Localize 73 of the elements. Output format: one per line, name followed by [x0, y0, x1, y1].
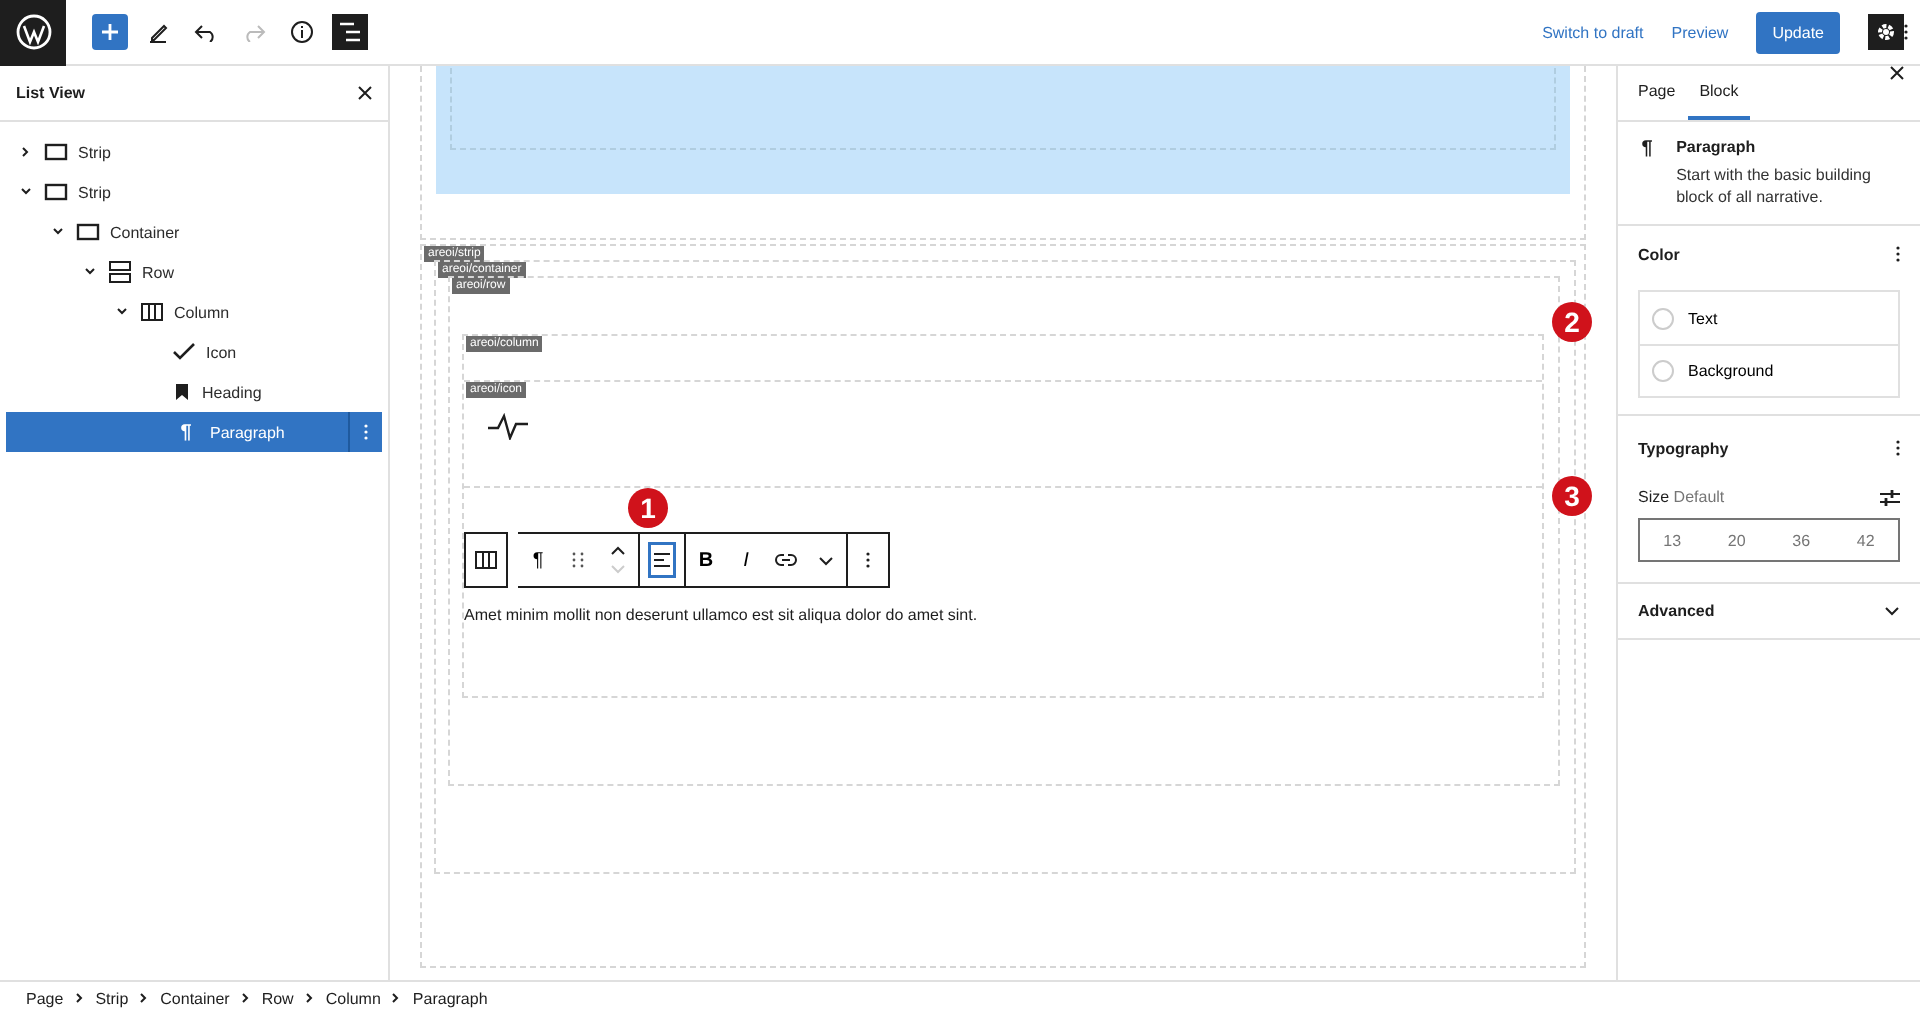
breadcrumb-link[interactable]: Strip: [95, 989, 129, 1007]
italic-button[interactable]: I: [726, 534, 766, 586]
pulse-icon: [488, 412, 528, 440]
tree-item[interactable]: ¶ Paragraph: [6, 412, 382, 452]
format-button[interactable]: ¶: [518, 534, 558, 586]
color-option[interactable]: Text: [1640, 292, 1898, 344]
close-icon: [358, 86, 372, 100]
tree-item[interactable]: Strip: [6, 132, 382, 172]
settings-icon: [1876, 22, 1896, 42]
chevron-right-icon: [241, 992, 250, 1004]
tree-item[interactable]: Container: [6, 212, 382, 252]
advanced-section[interactable]: Advanced: [1618, 584, 1920, 640]
chevron-right-icon: [75, 992, 84, 1004]
size-option[interactable]: 20: [1704, 520, 1769, 560]
breadcrumb-link[interactable]: Container: [160, 989, 230, 1007]
breadcrumb-link[interactable]: Paragraph: [412, 989, 488, 1007]
row-icon: [108, 260, 132, 284]
callout-badge: 2: [1552, 302, 1592, 342]
block-name: Paragraph: [1676, 138, 1758, 156]
callout-badge: 1: [628, 488, 668, 528]
info-icon: [290, 20, 314, 44]
breadcrumb-link[interactable]: Row: [261, 989, 294, 1007]
breadcrumb-link[interactable]: Page: [26, 989, 64, 1007]
sidebar-tab[interactable]: Page: [1626, 66, 1688, 120]
pilcrow-icon: ¶: [172, 421, 200, 443]
size-option[interactable]: 36: [1769, 520, 1834, 560]
columns-icon: [474, 550, 498, 570]
callout-badge: 3: [1552, 476, 1592, 516]
sliders-icon: [1880, 489, 1900, 505]
size-option[interactable]: 42: [1833, 520, 1898, 560]
panel-title: List View: [16, 84, 86, 102]
size-option[interactable]: 13: [1640, 520, 1705, 560]
tree-item[interactable]: Strip: [6, 172, 382, 212]
block-icon: [44, 182, 68, 202]
pencil-icon: [146, 20, 170, 44]
color-option[interactable]: Background: [1640, 344, 1898, 396]
plus-icon: [100, 22, 120, 42]
tree-item[interactable]: Column: [6, 292, 382, 332]
checkmark-icon: [172, 342, 196, 362]
section-title: Typography: [1638, 439, 1729, 457]
pilcrow-icon: ¶: [1638, 138, 1657, 208]
columns-icon: [140, 302, 164, 322]
drag-handle-icon: [572, 552, 584, 568]
header-link[interactable]: Preview: [1671, 23, 1729, 41]
bold-button[interactable]: B: [686, 534, 726, 586]
tree-item[interactable]: Icon: [6, 332, 382, 372]
chevron-down-icon: [818, 555, 834, 565]
tree-item[interactable]: Heading: [6, 372, 382, 412]
close-icon: [1890, 66, 1904, 80]
close-button[interactable]: [358, 86, 372, 100]
link-icon: [774, 552, 798, 568]
redo-icon: [242, 22, 266, 42]
paragraph-text: Amet minim mollit non deserunt ullamco est sit aliqua dolor do amet sint.: [464, 606, 980, 624]
toolbar-button[interactable]: [332, 14, 368, 50]
wordpress-logo-icon: [15, 14, 51, 50]
block-icon: [76, 222, 100, 242]
breadcrumb-link[interactable]: Column: [325, 989, 381, 1007]
size-label: Size Default: [1638, 488, 1725, 506]
settings-button[interactable]: [1868, 14, 1904, 50]
bookmark-icon: [172, 382, 192, 402]
block-icon: [44, 142, 68, 162]
chevron-right-icon: [305, 992, 314, 1004]
tree-item[interactable]: Row: [6, 252, 382, 292]
undo-icon: [194, 22, 218, 42]
section-title: Color: [1638, 245, 1680, 263]
block-description: Start with the basic building block of all narrative.: [1676, 164, 1873, 208]
logo-icon[interactable]: [0, 0, 66, 65]
update-button[interactable]: Update: [1756, 11, 1840, 53]
chevron-right-icon: [140, 992, 149, 1004]
chevron-right-icon: [392, 992, 401, 1004]
header-link[interactable]: Switch to draft: [1542, 23, 1644, 41]
list-view-icon: [338, 22, 362, 42]
sidebar-tab[interactable]: Block: [1687, 66, 1751, 120]
